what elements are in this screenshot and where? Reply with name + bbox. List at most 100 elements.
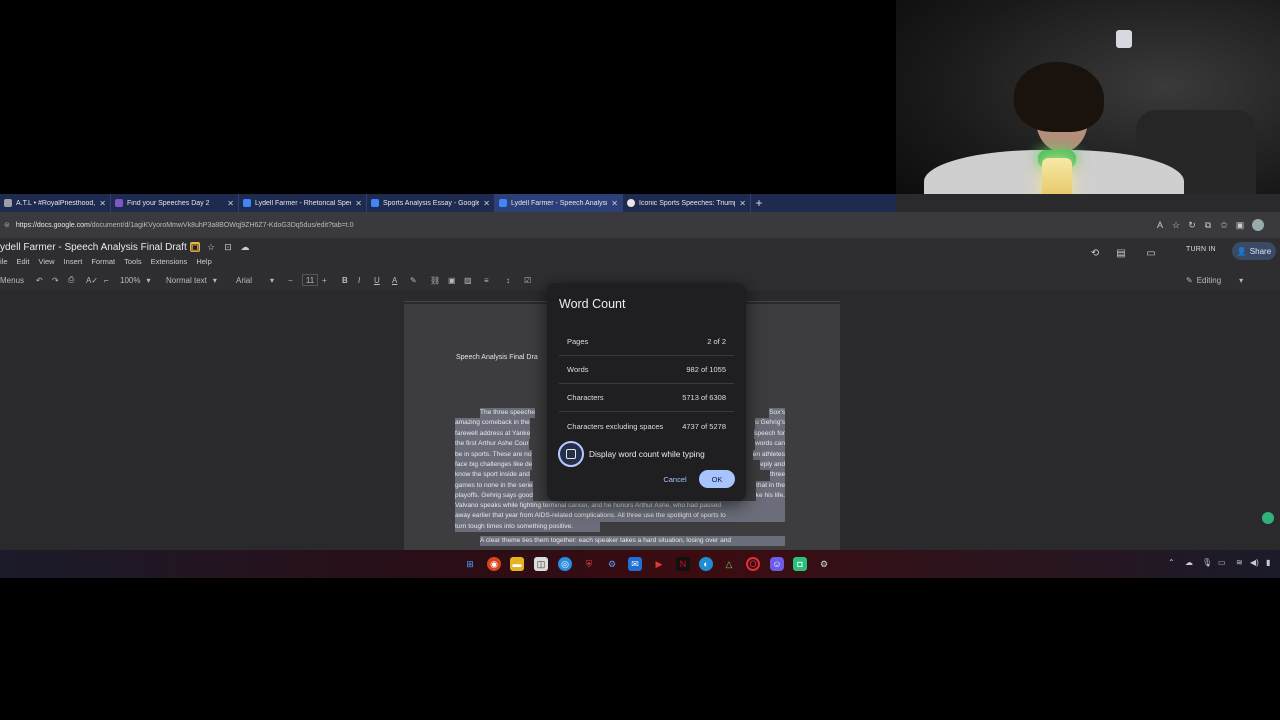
document-title[interactable]: ydell Farmer - Speech Analysis Final Dra… bbox=[0, 242, 187, 253]
close-icon[interactable]: ✕ bbox=[99, 199, 106, 208]
link-icon[interactable]: ⛓ bbox=[430, 274, 440, 286]
print-icon[interactable]: ⎙ bbox=[68, 274, 74, 286]
display-icon[interactable]: ▭ bbox=[1218, 558, 1226, 567]
paint-format-icon[interactable]: ⌐ bbox=[104, 274, 109, 286]
menu-file[interactable]: ile bbox=[0, 257, 8, 266]
microphone-icon[interactable]: 🎙 bbox=[1202, 558, 1212, 567]
menu-format[interactable]: Format bbox=[91, 257, 115, 266]
italic-icon[interactable]: I bbox=[358, 274, 360, 286]
highlight-icon[interactable]: ✎ bbox=[410, 274, 417, 286]
ok-button[interactable]: OK bbox=[699, 470, 735, 488]
spellcheck-icon[interactable]: A✓ bbox=[86, 274, 98, 286]
font-size-input[interactable]: 11 bbox=[302, 274, 318, 286]
increase-font-icon[interactable]: + bbox=[322, 274, 327, 286]
menus-search[interactable]: Menus bbox=[0, 274, 24, 286]
underline-icon[interactable]: U bbox=[374, 274, 380, 286]
site-info-icon[interactable]: ⊜ bbox=[4, 221, 10, 229]
tab-1[interactable]: A.T.L • #RoyalPriesthood, D W✕ bbox=[0, 194, 111, 212]
move-icon[interactable]: ⊡ bbox=[223, 242, 233, 252]
refresh-icon[interactable]: ↻ bbox=[1184, 217, 1200, 233]
align-icon[interactable]: ≡ bbox=[484, 274, 489, 286]
close-icon[interactable]: ✕ bbox=[611, 199, 618, 208]
new-tab-button[interactable]: + bbox=[751, 194, 767, 212]
checkbox-label[interactable]: Display word count while typing bbox=[589, 449, 705, 459]
chevron-down-icon: ▾ bbox=[146, 275, 151, 285]
display-word-count-checkbox[interactable] bbox=[566, 449, 576, 459]
battery-icon[interactable]: ▮ bbox=[1266, 558, 1270, 567]
cancel-button[interactable]: Cancel bbox=[656, 470, 694, 488]
undo-icon[interactable]: ↶ bbox=[36, 274, 43, 286]
tab-4[interactable]: Sports Analysis Essay - Google Do✕ bbox=[367, 194, 495, 212]
shield-app-icon[interactable]: ⛨ bbox=[582, 557, 596, 571]
mail-icon[interactable]: ✉ bbox=[628, 557, 642, 571]
line-spacing-icon[interactable]: ↕ bbox=[506, 274, 510, 286]
meet-icon[interactable]: ▭ bbox=[1144, 246, 1158, 260]
menu-view[interactable]: View bbox=[38, 257, 54, 266]
decrease-font-icon[interactable]: − bbox=[288, 274, 293, 286]
chevron-up-icon[interactable]: ⌃ bbox=[1168, 558, 1175, 567]
font-select[interactable]: Arial ▾ bbox=[236, 274, 274, 286]
profile-avatar[interactable] bbox=[1252, 219, 1264, 231]
close-icon[interactable]: ✕ bbox=[739, 199, 746, 208]
comments-icon[interactable]: ▤ bbox=[1114, 246, 1128, 260]
tab-3[interactable]: Lydell Farmer - Rhetorical Speech ✕ bbox=[239, 194, 367, 212]
stat-row-characters: Characters 5713 of 6308 bbox=[559, 384, 734, 412]
taskbar: ⊞ ◉ ▬ ◫ ◎ ⛨ ⚙ ✉ ▶ N ◐ △ O ☺ ◘ ⚙ ⌃ ☁ 🎙 ▭ … bbox=[0, 550, 1280, 578]
assistant-badge-icon[interactable] bbox=[1262, 512, 1274, 524]
close-icon[interactable]: ✕ bbox=[227, 199, 234, 208]
volume-icon[interactable]: ◀) bbox=[1250, 558, 1259, 567]
image-icon[interactable]: ▨ bbox=[464, 274, 472, 286]
opera-icon[interactable]: O bbox=[746, 557, 760, 571]
doc-folder-icon[interactable]: ▣ bbox=[190, 242, 200, 252]
edge-icon[interactable]: ◐ bbox=[699, 557, 713, 571]
turn-in-button[interactable]: TURN IN bbox=[1186, 246, 1216, 253]
text-fragment-left: be in sports. These are no bbox=[455, 449, 532, 460]
close-icon[interactable]: ✕ bbox=[355, 199, 362, 208]
browser-app-icon[interactable]: ◉ bbox=[487, 557, 501, 571]
editing-mode-select[interactable]: ✎ Editing ▾ bbox=[1186, 274, 1243, 286]
wifi-icon[interactable]: ≋ bbox=[1236, 558, 1243, 567]
text-fragment-left: amazing comeback in the bbox=[455, 418, 530, 429]
comment-icon[interactable]: ▣ bbox=[448, 274, 456, 286]
streamlabs-icon[interactable]: ◘ bbox=[793, 557, 807, 571]
netflix-icon[interactable]: N bbox=[676, 557, 690, 571]
text-color-icon[interactable]: A bbox=[392, 274, 397, 286]
style-select[interactable]: Normal text ▾ bbox=[166, 274, 217, 286]
stat-row-words: Words 982 of 1055 bbox=[559, 356, 734, 384]
zoom-select[interactable]: 100% ▾ bbox=[120, 274, 150, 286]
menu-insert[interactable]: Insert bbox=[64, 257, 83, 266]
cloud-status-icon[interactable]: ☁ bbox=[240, 242, 250, 252]
settings-gear-app-icon[interactable]: ⚙ bbox=[605, 557, 619, 571]
chrome-icon[interactable]: ◎ bbox=[558, 557, 572, 571]
history-icon[interactable]: ⟲ bbox=[1088, 246, 1102, 260]
bold-icon[interactable]: B bbox=[342, 274, 348, 286]
read-aloud-icon[interactable]: A bbox=[1152, 217, 1168, 233]
share-button[interactable]: 👤 Share bbox=[1232, 242, 1276, 260]
close-icon[interactable]: ✕ bbox=[483, 199, 490, 208]
split-screen-icon[interactable]: ⧉ bbox=[1200, 217, 1216, 233]
menu-tools[interactable]: Tools bbox=[124, 257, 142, 266]
tab-5-active[interactable]: Lydell Farmer - Speech Analysis Fi✕ bbox=[495, 194, 623, 212]
collections-icon[interactable]: ▣ bbox=[1232, 217, 1248, 233]
discord-icon[interactable]: ☺ bbox=[770, 557, 784, 571]
checklist-icon[interactable]: ☑ bbox=[524, 274, 531, 286]
tab-6[interactable]: Iconic Sports Speeches: Triumph, ✕ bbox=[623, 194, 751, 212]
menu-help[interactable]: Help bbox=[196, 257, 211, 266]
gear-icon[interactable]: ⚙ bbox=[817, 557, 831, 571]
favorite-star-icon[interactable]: ☆ bbox=[1168, 217, 1184, 233]
stat-label: Characters excluding spaces bbox=[567, 421, 664, 431]
menu-extensions[interactable]: Extensions bbox=[151, 257, 188, 266]
video-app-icon[interactable]: ▶ bbox=[652, 557, 666, 571]
file-explorer-icon[interactable]: ▬ bbox=[510, 557, 524, 571]
favorites-icon[interactable]: ✩ bbox=[1216, 217, 1232, 233]
menu-edit[interactable]: Edit bbox=[17, 257, 30, 266]
redo-icon[interactable]: ↷ bbox=[52, 274, 59, 286]
store-icon[interactable]: ◫ bbox=[534, 557, 548, 571]
tab-2[interactable]: Find your Speeches Day 2 ✕ bbox=[111, 194, 239, 212]
url-field[interactable]: ⊜ https://docs.google.com/document/d/1ag… bbox=[4, 217, 1152, 233]
cloud-icon[interactable]: ☁ bbox=[1185, 558, 1193, 567]
star-icon[interactable]: ☆ bbox=[206, 242, 216, 252]
stat-label: Words bbox=[567, 365, 589, 374]
windows-start-icon[interactable]: ⊞ bbox=[463, 557, 477, 571]
ai-app-icon[interactable]: △ bbox=[722, 557, 736, 571]
